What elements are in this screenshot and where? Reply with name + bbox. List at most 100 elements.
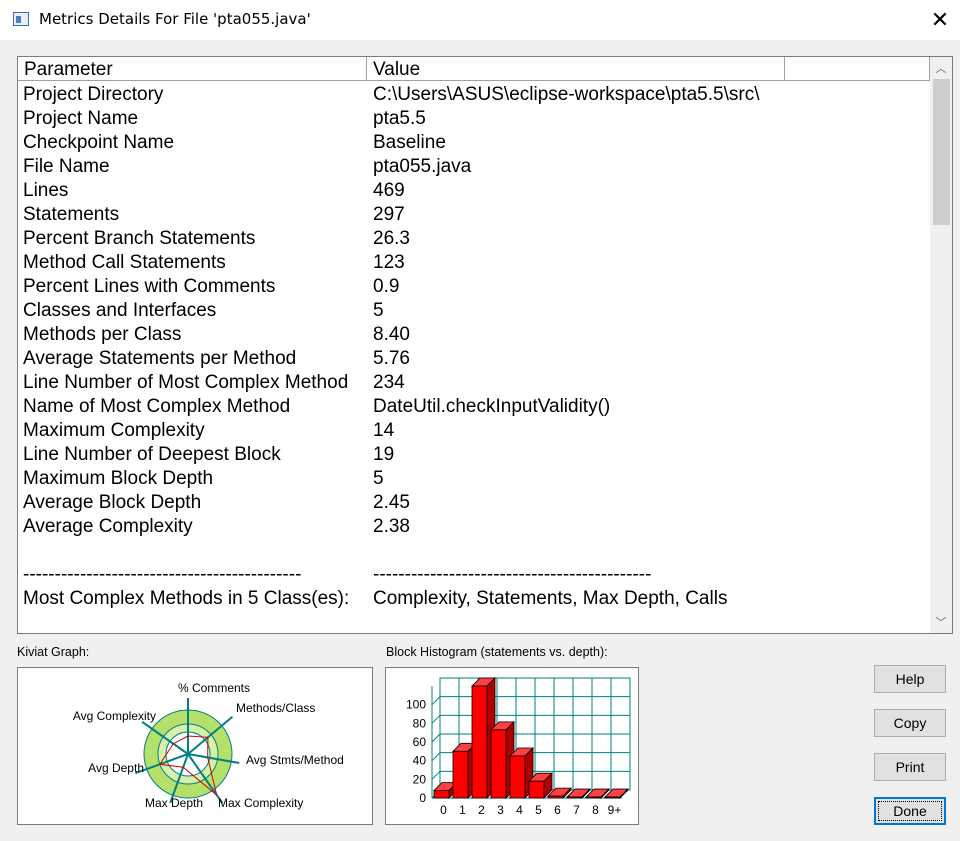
kiviat-axis-label: Max Complexity (218, 796, 303, 810)
value-cell: 5.76 (373, 348, 410, 369)
done-button[interactable]: Done (874, 797, 946, 825)
parameter-cell: Line Number of Deepest Block (23, 444, 281, 465)
parameter-cell: Average Statements per Method (23, 348, 297, 369)
table-row[interactable]: Most Complex Methods in 5 Class(es): Comp… (18, 587, 930, 611)
block-histogram: 0204060801000 1 2 3 4 5 6 7 8 9+ (406, 677, 631, 817)
print-button[interactable]: Print (874, 753, 946, 781)
table-row[interactable]: ----------------------------------------… (18, 563, 930, 587)
scroll-down-icon[interactable]: ﹀ (930, 611, 952, 633)
help-button[interactable]: Help (874, 665, 946, 693)
value-cell: 469 (373, 180, 405, 201)
table-row[interactable]: Average Block Depth 2.45 (18, 491, 930, 515)
histogram-bar (547, 795, 564, 799)
table-row[interactable]: Average Statements per Method 5.76 (18, 347, 930, 371)
table-row[interactable]: File Name pta055.java (18, 155, 930, 179)
table-row[interactable]: Average Complexity 2.38 (18, 515, 930, 539)
parameter-cell: Percent Branch Statements (23, 228, 256, 249)
window-title: Metrics Details For File 'pta055.java' (39, 10, 311, 28)
column-header-value[interactable]: Value (367, 57, 785, 81)
table-row[interactable]: Line Number of Most Complex Method 234 (18, 371, 930, 395)
kiviat-axis-label: Avg Depth (88, 761, 144, 775)
parameter-cell: Project Directory (23, 84, 164, 105)
value-cell: 0.9 (373, 276, 400, 297)
histogram-y-tick: 20 (413, 772, 427, 786)
table-row[interactable] (18, 539, 930, 563)
histogram-bar (585, 796, 602, 799)
histogram-bar (490, 729, 507, 799)
table-row[interactable]: Project Name pta5.5 (18, 107, 930, 131)
value-cell: Baseline (373, 132, 446, 153)
histogram-y-tick: 100 (406, 698, 426, 712)
parameter-cell: Name of Most Complex Method (23, 396, 291, 417)
value-cell: 234 (373, 372, 405, 393)
histogram-grid-diagonal (431, 752, 441, 762)
histogram-x-tick: 4 (516, 803, 523, 817)
table-row[interactable]: Lines 469 (18, 179, 930, 203)
parameter-cell: Method Call Statements (23, 252, 226, 273)
table-row[interactable]: Percent Lines with Comments 0.9 (18, 275, 930, 299)
histogram-x-tick: 3 (497, 803, 504, 817)
histogram-bar (604, 796, 621, 799)
value-cell: 297 (373, 204, 405, 225)
histogram-grid-diagonal (431, 714, 441, 724)
value-cell: 2.38 (373, 516, 410, 537)
parameter-cell: Checkpoint Name (23, 132, 175, 153)
table-row[interactable]: Methods per Class 8.40 (18, 323, 930, 347)
table-row[interactable]: Percent Branch Statements 26.3 (18, 227, 930, 251)
parameter-cell: Classes and Interfaces (23, 300, 217, 321)
parameter-cell: Maximum Block Depth (23, 468, 214, 489)
parameter-cell: Lines (23, 180, 69, 201)
histogram-x-tick: 0 (440, 803, 447, 817)
histogram-y-tick: 80 (413, 716, 427, 730)
parameter-cell: Maximum Complexity (23, 420, 205, 441)
histogram-grid-diagonal (431, 696, 441, 706)
metrics-table[interactable]: Parameter Value Project Directory C:\User… (17, 56, 953, 634)
kiviat-axis-label: Avg Complexity (73, 709, 156, 723)
table-row[interactable]: Method Call Statements 123 (18, 251, 930, 275)
copy-button[interactable]: Copy (874, 709, 946, 737)
table-row[interactable]: Maximum Block Depth 5 (18, 467, 930, 491)
window-icon (13, 12, 29, 26)
table-header: Parameter Value (18, 57, 930, 82)
kiviat-axis-label: Max Depth (145, 796, 203, 810)
table-row[interactable]: Project Directory C:\Users\ASUS\eclipse-w… (18, 83, 930, 107)
histogram-y-tick: 0 (419, 791, 426, 805)
parameter-cell: Project Name (23, 108, 139, 129)
scrollbar-thumb[interactable] (933, 79, 950, 225)
value-cell: 5 (373, 300, 384, 321)
histogram-x-tick: 2 (478, 803, 485, 817)
histogram-y-tick: 60 (413, 735, 427, 749)
table-row[interactable]: Maximum Complexity 14 (18, 419, 930, 443)
scroll-up-icon[interactable]: ︿ (930, 57, 952, 79)
histogram-y-tick: 40 (413, 754, 427, 768)
table-row[interactable]: Line Number of Deepest Block 19 (18, 443, 930, 467)
kiviat-graph-panel: % Comments Methods/Class Avg Stmts/Method M… (17, 667, 373, 825)
value-cell: 19 (373, 444, 395, 465)
table-row[interactable]: Checkpoint Name Baseline (18, 131, 930, 155)
histogram-panel: 0 20 40 60 80 100 0 1 2 3 4 5 6 7 8 9+ (385, 667, 639, 825)
histogram-x-tick: 6 (554, 803, 561, 817)
value-cell: 8.40 (373, 324, 410, 345)
histogram-bar (433, 790, 450, 799)
column-header-empty (785, 57, 930, 81)
value-cell: pta055.java (373, 156, 472, 177)
parameter-cell: File Name (23, 156, 110, 177)
table-body: Project Directory C:\Users\ASUS\eclipse-w… (18, 83, 930, 611)
column-header-parameter[interactable]: Parameter (18, 57, 367, 81)
value-cell: DateUtil.checkInputValidity() (373, 396, 611, 417)
histogram-bar (452, 750, 469, 799)
vertical-scrollbar[interactable]: ︿ ﹀ (930, 57, 952, 633)
table-row[interactable]: Statements 297 (18, 203, 930, 227)
value-cell: 123 (373, 252, 405, 273)
close-icon[interactable]: ✕ (920, 0, 960, 40)
table-row[interactable]: Classes and Interfaces 5 (18, 299, 930, 323)
kiviat-axis-label: % Comments (178, 681, 250, 695)
histogram-label: Block Histogram (statements vs. depth): (386, 645, 608, 659)
histogram-bar (509, 755, 526, 799)
value-cell: ----------------------------------------… (373, 564, 652, 585)
parameter-cell: Most Complex Methods in 5 Class(es): (23, 588, 350, 609)
table-row[interactable]: Name of Most Complex Method DateUtil.chec… (18, 395, 930, 419)
parameter-cell: Methods per Class (23, 324, 182, 345)
histogram-bar (566, 796, 583, 799)
value-cell: 14 (373, 420, 395, 441)
